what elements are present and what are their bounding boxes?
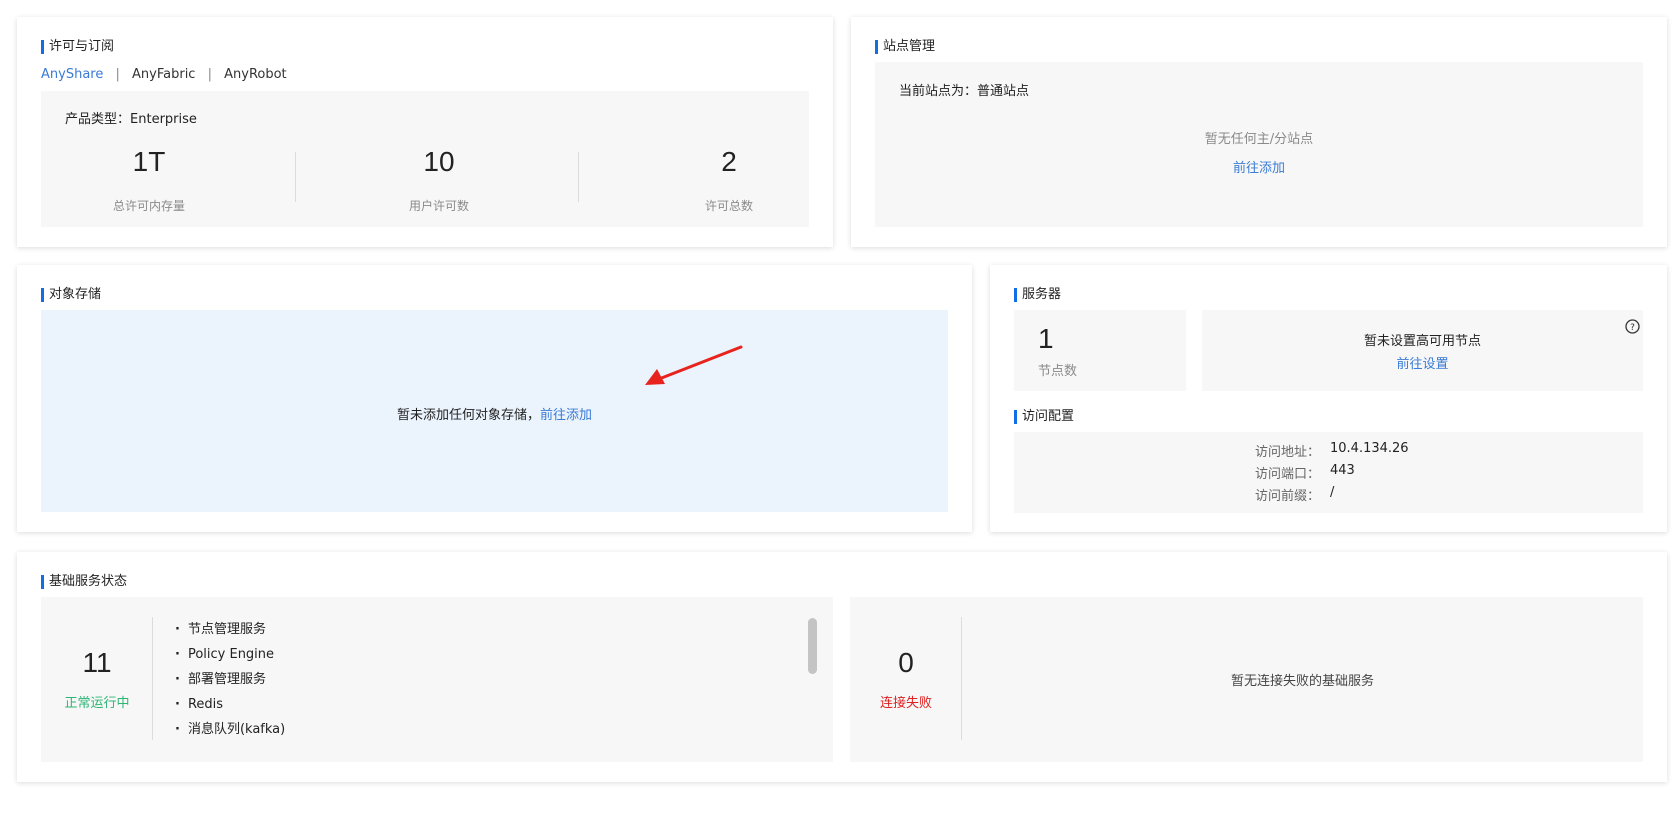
product-tabs: AnyShare | AnyFabric | AnyRobot: [41, 67, 287, 82]
access-row: 访问前缀： /: [1014, 485, 1643, 505]
ha-setup-link[interactable]: 前往设置: [1396, 357, 1448, 372]
divider: [295, 152, 296, 202]
server-title: 服务器: [1014, 287, 1061, 303]
red-arrow-icon: [645, 345, 743, 385]
stat-total-value: 2: [721, 146, 737, 177]
basic-services-title: 基础服务状态: [41, 574, 127, 590]
server-card: 服务器 1 节点数 暂未设置高可用节点 前往设置 ? 访问配置 访问地址： 10…: [990, 265, 1667, 532]
access-address-value: 10.4.134.26: [1330, 441, 1409, 456]
stat-total-label: 许可总数: [704, 199, 753, 213]
tab-separator: |: [207, 67, 212, 82]
license-panel: 产品类型：Enterprise 1T 总许可内存量 10 用户许可数 2 许可总…: [41, 91, 809, 227]
object-storage-title: 对象存储: [41, 287, 101, 303]
access-panel: 访问地址： 10.4.134.26 访问端口： 443 访问前缀： /: [1014, 432, 1643, 513]
list-item: 节点管理服务: [175, 617, 285, 642]
running-count: 11: [82, 647, 112, 678]
divider: [578, 152, 579, 202]
list-item: Redis: [175, 692, 285, 717]
question-circle-icon[interactable]: ?: [1625, 319, 1640, 334]
license-title: 许可与订阅: [41, 39, 114, 55]
node-count-value: 1: [1038, 323, 1054, 354]
site-add-link[interactable]: 前往添加: [1233, 161, 1285, 176]
object-storage-add-link[interactable]: 前往添加: [540, 408, 592, 423]
object-storage-card: 对象存储 暂未添加任何对象存储，前往添加: [17, 265, 972, 532]
product-type-value: Enterprise: [130, 112, 197, 127]
running-panel: 11 正常运行中 节点管理服务 Policy Engine 部署管理服务 Red…: [41, 597, 833, 762]
access-port-value: 443: [1330, 463, 1355, 478]
node-count-panel: 1 节点数: [1014, 310, 1186, 391]
current-site-label: 当前站点为：: [899, 84, 978, 99]
running-label: 正常运行中: [64, 696, 130, 711]
stat-users-label: 用户许可数: [408, 199, 469, 213]
failed-count: 0: [898, 647, 914, 678]
access-port-label: 访问端口：: [1254, 467, 1320, 482]
tab-anyshare[interactable]: AnyShare: [41, 67, 103, 82]
service-list: 节点管理服务 Policy Engine 部署管理服务 Redis 消息队列(k…: [175, 617, 285, 742]
object-storage-empty: 暂未添加任何对象存储，前往添加: [41, 404, 948, 423]
site-panel: 当前站点为：普通站点 暂无任何主/分站点 前往添加: [875, 62, 1643, 227]
site-title: 站点管理: [875, 39, 935, 55]
list-item: Policy Engine: [175, 642, 285, 667]
service-list-scrollbar[interactable]: [808, 618, 817, 674]
svg-text:?: ?: [1630, 323, 1635, 333]
product-type-label: 产品类型：: [65, 112, 131, 127]
site-card: 站点管理 当前站点为：普通站点 暂无任何主/分站点 前往添加: [851, 17, 1667, 247]
tab-anyrobot[interactable]: AnyRobot: [224, 67, 287, 82]
access-row: 访问地址： 10.4.134.26: [1014, 441, 1643, 461]
stat-capacity-label: 总许可内存量: [112, 199, 185, 213]
tab-anyfabric[interactable]: AnyFabric: [132, 67, 195, 82]
site-add-wrap: 前往添加: [875, 157, 1643, 176]
basic-services-card: 基础服务状态 11 正常运行中 节点管理服务 Policy Engine 部署管…: [17, 552, 1667, 782]
access-address-label: 访问地址：: [1254, 445, 1320, 460]
current-site: 当前站点为：普通站点: [899, 80, 1029, 99]
node-count-label: 节点数: [1038, 364, 1078, 379]
ha-panel: 暂未设置高可用节点 前往设置 ?: [1202, 310, 1643, 391]
list-item: 消息队列(kafka): [175, 717, 285, 742]
ha-link-wrap: 前往设置: [1202, 353, 1643, 372]
stat-capacity-value: 1T: [132, 146, 166, 177]
object-storage-empty-text: 暂未添加任何对象存储，: [396, 408, 540, 423]
current-site-value: 普通站点: [977, 84, 1030, 99]
failed-empty-text: 暂无连接失败的基础服务: [1230, 674, 1374, 689]
access-row: 访问端口： 443: [1014, 463, 1643, 483]
stat-users-value: 10: [423, 146, 455, 177]
tab-separator: |: [115, 67, 120, 82]
list-item: 部署管理服务: [175, 667, 285, 692]
access-title: 访问配置: [1014, 409, 1074, 425]
access-prefix-label: 访问前缀：: [1254, 489, 1320, 504]
product-type: 产品类型：Enterprise: [65, 108, 197, 127]
site-empty-text: 暂无任何主/分站点: [1204, 132, 1314, 147]
failed-label: 连接失败: [879, 696, 932, 711]
license-card: 许可与订阅 AnyShare | AnyFabric | AnyRobot 产品…: [17, 17, 833, 247]
object-storage-panel: 暂未添加任何对象存储，前往添加: [41, 310, 948, 512]
failed-panel: 0 连接失败 暂无连接失败的基础服务: [850, 597, 1643, 762]
ha-text: 暂未设置高可用节点: [1363, 334, 1481, 349]
access-prefix-value: /: [1330, 485, 1335, 500]
divider: [152, 617, 153, 740]
